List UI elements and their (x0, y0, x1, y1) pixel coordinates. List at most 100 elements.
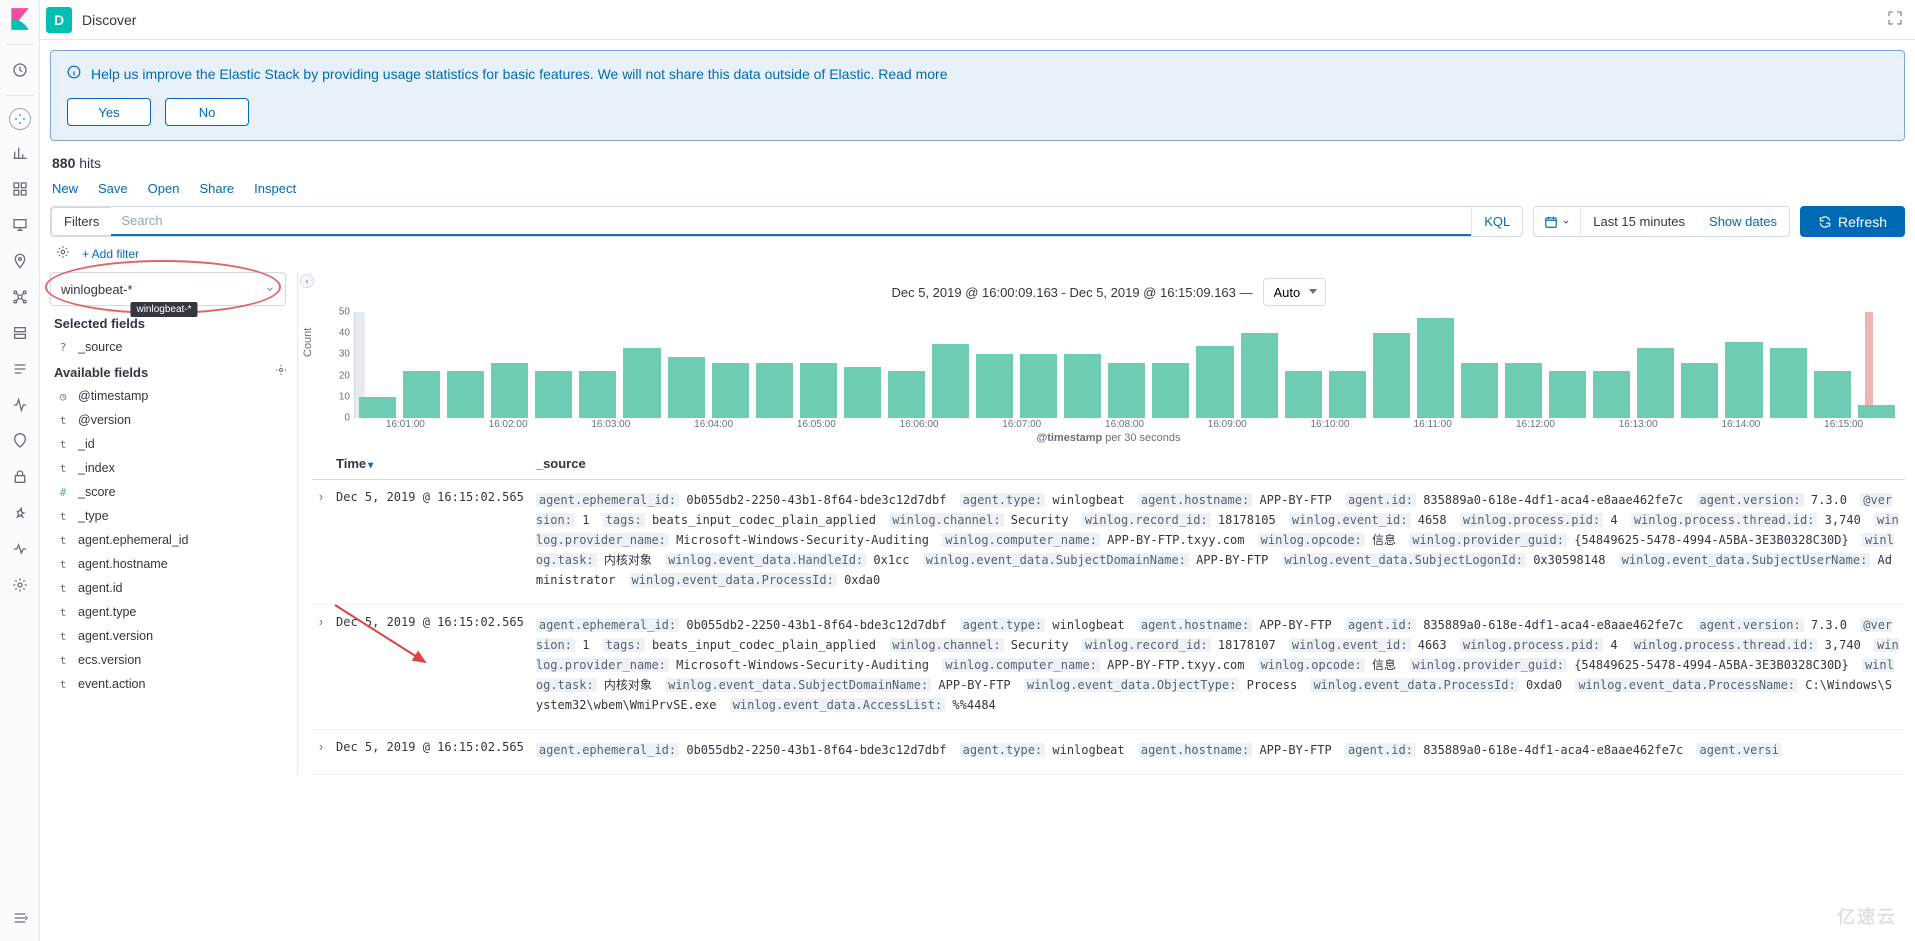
field-agent.ephemeral_id[interactable]: tagent.ephemeral_id (50, 528, 297, 552)
index-pattern-select[interactable]: winlogbeat-* (50, 272, 286, 306)
histogram-bar[interactable] (932, 344, 969, 418)
histogram-bar[interactable] (1329, 371, 1366, 418)
histogram-bar[interactable] (623, 348, 660, 418)
search-input[interactable] (111, 207, 1471, 236)
nav-canvas-icon[interactable] (4, 212, 36, 238)
field-type-icon: t (56, 462, 70, 475)
histogram-bar[interactable] (403, 371, 440, 418)
refresh-button[interactable]: Refresh (1800, 206, 1905, 237)
nav-discover-icon[interactable] (9, 108, 31, 130)
toolbar-link-open[interactable]: Open (148, 181, 180, 196)
fields-settings-icon[interactable] (275, 364, 287, 379)
expand-row-icon[interactable]: › (312, 480, 330, 605)
nav-management-icon[interactable] (4, 572, 36, 598)
histogram-bar[interactable] (1681, 363, 1718, 418)
time-picker[interactable]: Last 15 minutes Show dates (1533, 206, 1790, 237)
histogram-bar[interactable] (1461, 363, 1498, 418)
collapse-sidebar-icon[interactable]: ‹ (300, 274, 314, 288)
field-@version[interactable]: t@version (50, 408, 297, 432)
kibana-logo-icon[interactable] (4, 6, 36, 32)
field-_type[interactable]: t_type (50, 504, 297, 528)
toolbar-link-save[interactable]: Save (98, 181, 128, 196)
nav-dashboard-icon[interactable] (4, 176, 36, 202)
histogram-bar[interactable] (1373, 333, 1410, 418)
histogram-bar[interactable] (1064, 354, 1101, 418)
field-agent.id[interactable]: tagent.id (50, 576, 297, 600)
histogram-bar[interactable] (1770, 348, 1807, 418)
histogram-bar[interactable] (1814, 371, 1851, 418)
nav-recent-icon[interactable] (4, 57, 36, 83)
histogram-bar[interactable] (1020, 354, 1057, 418)
toolbar-link-new[interactable]: New (52, 181, 78, 196)
nav-monitoring-icon[interactable] (4, 536, 36, 562)
nav-siem-icon[interactable] (4, 464, 36, 490)
histogram-bar[interactable] (800, 363, 837, 418)
histogram-bar[interactable] (668, 357, 705, 418)
expand-row-icon[interactable]: › (312, 605, 330, 730)
histogram-bar[interactable] (1858, 405, 1895, 418)
histogram-bar[interactable] (1637, 348, 1674, 418)
field-agent.type[interactable]: tagent.type (50, 600, 297, 624)
nav-ml-icon[interactable] (4, 284, 36, 310)
field-_id[interactable]: t_id (50, 432, 297, 456)
histogram-bar[interactable] (535, 371, 572, 418)
histogram-bar[interactable] (1549, 371, 1586, 418)
histogram-bar[interactable] (1196, 346, 1233, 418)
field-event.action[interactable]: tevent.action (50, 672, 297, 696)
field-_index[interactable]: t_index (50, 456, 297, 480)
col-time[interactable]: Time▾ (330, 448, 530, 480)
histogram-bar[interactable] (1725, 342, 1762, 418)
histogram-bar[interactable] (1593, 371, 1630, 418)
filters-label[interactable]: Filters (51, 207, 111, 236)
field-ecs.version[interactable]: tecs.version (50, 648, 297, 672)
expand-row-icon[interactable]: › (312, 730, 330, 775)
field-name: agent.hostname (78, 557, 168, 571)
col-source[interactable]: _source (530, 448, 1905, 480)
histogram-bar[interactable] (1505, 363, 1542, 418)
field-agent.version[interactable]: tagent.version (50, 624, 297, 648)
histogram-bar[interactable] (579, 371, 616, 418)
histogram-bar[interactable] (1108, 363, 1145, 418)
histogram-bar[interactable] (844, 367, 881, 418)
nav-uptime-icon[interactable] (4, 428, 36, 454)
nav-logs-icon[interactable] (4, 356, 36, 382)
histogram-bar[interactable] (1152, 363, 1189, 418)
calendar-icon[interactable] (1534, 207, 1581, 236)
histogram-bar[interactable] (491, 363, 528, 418)
show-dates-link[interactable]: Show dates (1697, 207, 1789, 236)
histogram-bar[interactable] (359, 397, 396, 418)
field-_source[interactable]: ?_source (50, 335, 297, 359)
toolbar-link-inspect[interactable]: Inspect (254, 181, 296, 196)
histogram-bar[interactable] (976, 354, 1013, 418)
toolbar-link-share[interactable]: Share (199, 181, 234, 196)
search-bar: Filters KQL Last 15 minutes Show dates R… (50, 206, 1905, 237)
callout-no-button[interactable]: No (165, 98, 249, 126)
field-type-icon: t (56, 654, 70, 667)
nav-maps-icon[interactable] (4, 248, 36, 274)
field-agent.hostname[interactable]: tagent.hostname (50, 552, 297, 576)
histogram-bar[interactable] (756, 363, 793, 418)
histogram-bar[interactable] (1241, 333, 1278, 418)
interval-select[interactable]: Auto (1263, 278, 1326, 306)
histogram-bar[interactable] (447, 371, 484, 418)
nav-collapse-icon[interactable] (4, 905, 36, 931)
add-filter-link[interactable]: + Add filter (82, 247, 139, 261)
filter-settings-icon[interactable] (56, 245, 70, 262)
refresh-label: Refresh (1838, 214, 1887, 230)
kql-toggle[interactable]: KQL (1471, 207, 1522, 236)
nav-devtools-icon[interactable] (4, 500, 36, 526)
nav-infra-icon[interactable] (4, 320, 36, 346)
histogram-bar[interactable] (712, 363, 749, 418)
histogram-bar[interactable] (888, 371, 925, 418)
full-screen-icon[interactable] (1887, 10, 1903, 29)
callout-yes-button[interactable]: Yes (67, 98, 151, 126)
histogram-bar[interactable] (1285, 371, 1322, 418)
field-type-icon: t (56, 582, 70, 595)
field-@timestamp[interactable]: ◷@timestamp (50, 384, 297, 408)
histogram-chart[interactable]: Count 01020304050 16:01:0016:02:0016:03:… (312, 312, 1905, 442)
table-row: ›Dec 5, 2019 @ 16:15:02.565agent.ephemer… (312, 730, 1905, 775)
nav-apm-icon[interactable] (4, 392, 36, 418)
nav-visualize-icon[interactable] (4, 140, 36, 166)
histogram-bar[interactable] (1417, 318, 1454, 418)
field-_score[interactable]: #_score (50, 480, 297, 504)
